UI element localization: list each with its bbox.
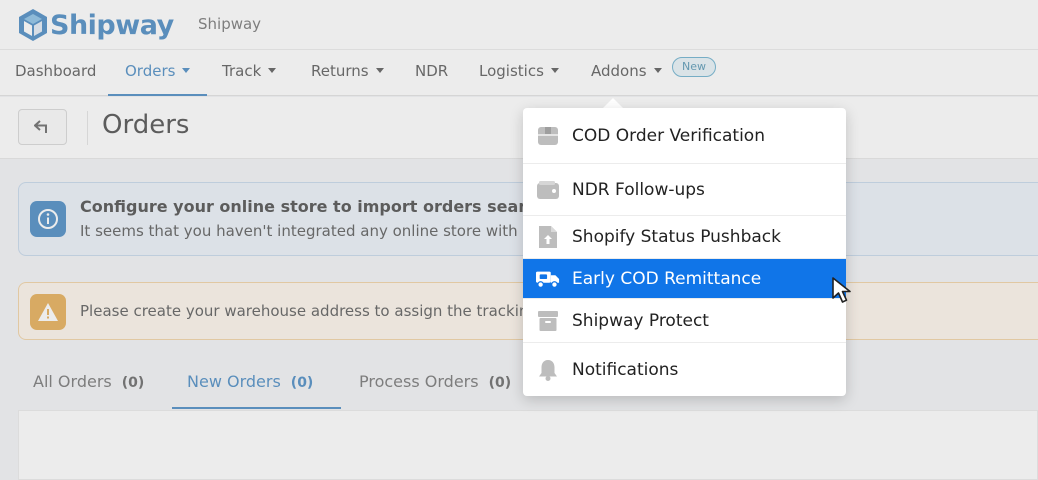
menu-item-label: COD Order Verification bbox=[572, 125, 765, 146]
archive-box-icon bbox=[536, 309, 560, 333]
box-check-icon bbox=[536, 124, 560, 148]
menu-item-label: Shopify Status Pushback bbox=[572, 227, 781, 247]
menu-item-notifications[interactable]: Notifications bbox=[523, 343, 846, 396]
menu-item-early-cod-remittance[interactable]: Early COD Remittance bbox=[523, 259, 846, 299]
truck-cash-icon bbox=[536, 267, 560, 291]
menu-item-cod-order-verification[interactable]: COD Order Verification bbox=[523, 108, 846, 164]
menu-item-shopify-status-pushback[interactable]: Shopify Status Pushback bbox=[523, 216, 846, 259]
addons-dropdown-menu: COD Order Verification NDR Follow-ups Sh… bbox=[523, 108, 846, 396]
menu-item-label: Notifications bbox=[572, 359, 679, 380]
menu-item-label: NDR Follow-ups bbox=[572, 179, 705, 200]
menu-item-ndr-follow-ups[interactable]: NDR Follow-ups bbox=[523, 164, 846, 216]
menu-item-shipway-protect[interactable]: Shipway Protect bbox=[523, 299, 846, 343]
menu-item-label: Early COD Remittance bbox=[572, 268, 762, 289]
dropdown-pointer bbox=[603, 98, 623, 108]
dropdown-backdrop[interactable] bbox=[0, 0, 1038, 480]
mouse-cursor-icon bbox=[832, 277, 851, 303]
file-upload-icon bbox=[536, 225, 560, 249]
wallet-icon bbox=[536, 178, 560, 202]
bell-icon bbox=[536, 358, 560, 382]
menu-item-label: Shipway Protect bbox=[572, 310, 709, 331]
